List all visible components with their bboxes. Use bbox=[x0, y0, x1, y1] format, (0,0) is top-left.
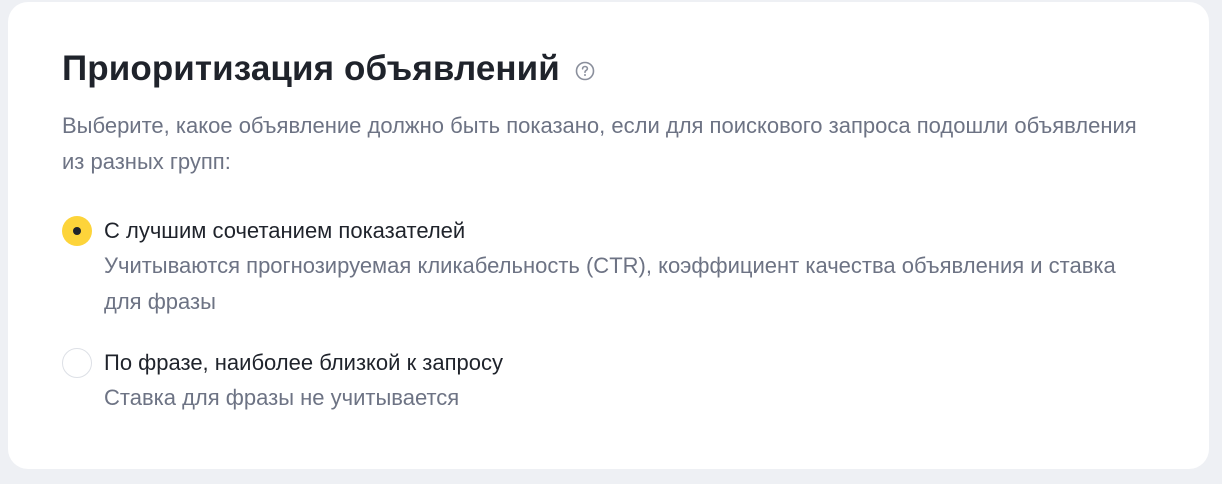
option-label[interactable]: По фразе, наиболее близкой к запросу bbox=[104, 346, 1144, 380]
option-description: Учитываются прогнозируемая кликабельност… bbox=[104, 253, 1116, 314]
radio-dot-icon bbox=[73, 227, 81, 235]
option-text: С лучшим сочетанием показателей Учитываю… bbox=[104, 214, 1144, 320]
option-description: Ставка для фразы не учитывается bbox=[104, 385, 460, 410]
section-description: Выберите, какое объявление должно быть п… bbox=[62, 113, 1137, 174]
option-closest-phrase[interactable]: По фразе, наиболее близкой к запросу Ста… bbox=[62, 346, 1144, 416]
radio-button-selected[interactable] bbox=[62, 216, 92, 246]
ad-prioritization-card: Приоритизация объявлений Выберите, какое… bbox=[8, 2, 1209, 469]
option-label[interactable]: С лучшим сочетанием показателей bbox=[104, 214, 1144, 248]
section-title: Приоритизация объявлений bbox=[62, 49, 560, 88]
option-best-metrics[interactable]: С лучшим сочетанием показателей Учитываю… bbox=[62, 214, 1144, 320]
question-circle-icon[interactable] bbox=[574, 60, 596, 82]
option-text: По фразе, наиболее близкой к запросу Ста… bbox=[104, 346, 1144, 416]
title-row: Приоритизация объявлений bbox=[62, 46, 596, 92]
radio-button-unselected[interactable] bbox=[62, 348, 92, 378]
